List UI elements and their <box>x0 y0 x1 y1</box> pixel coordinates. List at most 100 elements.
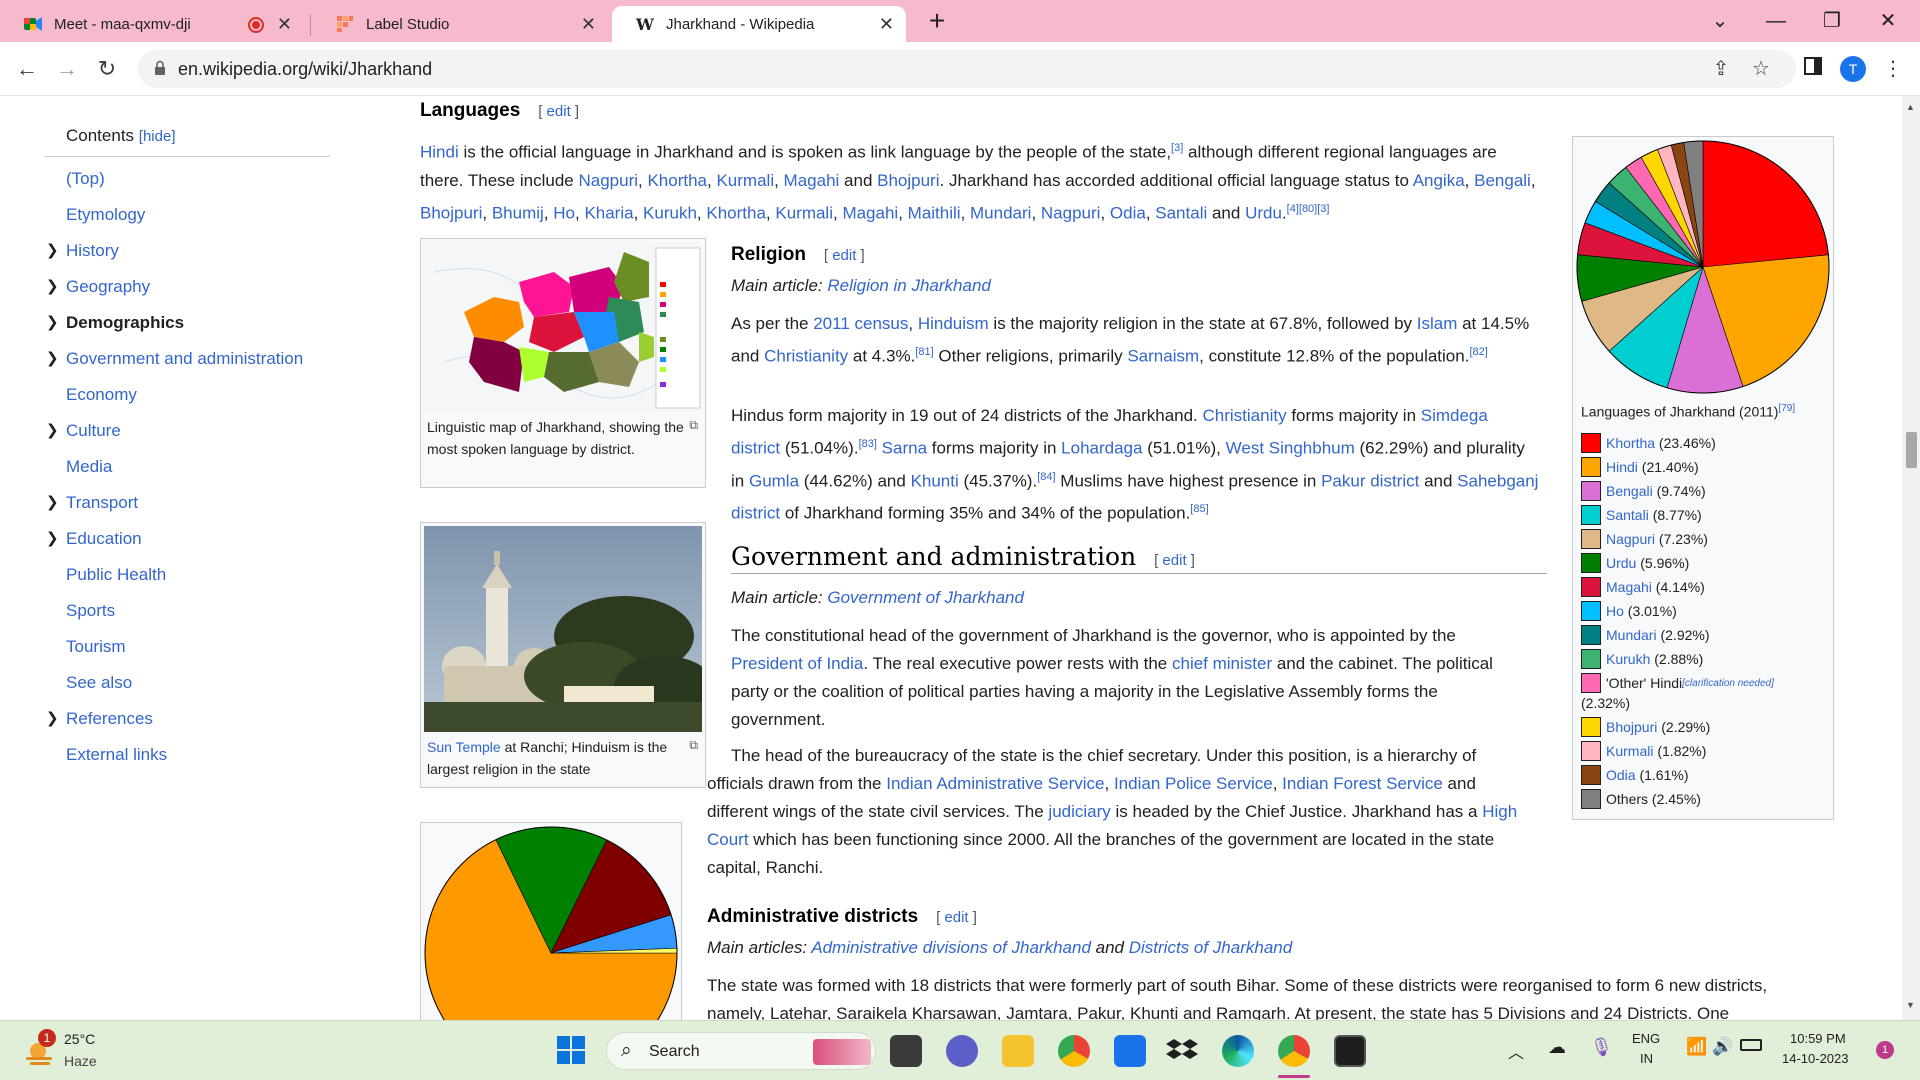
dropbox-icon[interactable] <box>1166 1035 1198 1067</box>
link[interactable]: Gumla <box>749 471 799 490</box>
link[interactable]: Hindi <box>420 143 459 162</box>
citation[interactable]: [82] <box>1469 346 1487 358</box>
legend-label[interactable]: Urdu <box>1606 555 1636 571</box>
notification-badge[interactable]: 1 <box>1876 1041 1894 1059</box>
toc-item[interactable]: ❯ History <box>44 233 334 269</box>
minimize-icon[interactable]: — <box>1756 6 1796 36</box>
citation[interactable]: [79] <box>1778 403 1795 414</box>
link[interactable]: Ho <box>553 203 575 222</box>
citation[interactable]: [83] <box>859 438 877 450</box>
enlarge-icon[interactable]: ⧉ <box>689 414 698 436</box>
link[interactable]: Sun Temple <box>427 739 501 755</box>
toc-item[interactable]: ❯ Transport <box>44 485 334 521</box>
chrome-icon[interactable] <box>1058 1035 1090 1067</box>
link[interactable]: Odia <box>1110 203 1146 222</box>
legend-label[interactable]: Kurukh <box>1606 651 1650 667</box>
toc-item[interactable]: External links <box>44 737 334 773</box>
toc-item[interactable]: Media <box>44 449 334 485</box>
link[interactable]: Magahi <box>784 171 840 190</box>
scroll-down-icon[interactable]: ▼ <box>1906 1000 1915 1010</box>
link[interactable]: Sarnaism <box>1127 347 1199 366</box>
restore-icon[interactable]: ❐ <box>1812 6 1852 36</box>
chevron-right-icon[interactable]: ❯ <box>46 233 59 269</box>
toc-hide-link[interactable]: hide <box>143 128 171 145</box>
profile-avatar[interactable]: T <box>1840 56 1866 82</box>
link[interactable]: Indian Police Service <box>1114 774 1273 793</box>
link[interactable]: Magahi <box>842 203 898 222</box>
link[interactable]: President of India <box>731 654 863 673</box>
share-icon[interactable]: ⇪ <box>1708 56 1734 82</box>
wifi-icon[interactable]: 📶 <box>1686 1037 1707 1057</box>
edit-link[interactable]: edit <box>1162 552 1186 569</box>
close-tab-icon[interactable]: ✕ <box>879 14 894 35</box>
address-bar[interactable]: en.wikipedia.org/wiki/Jharkhand ⇪ ☆ <box>138 50 1796 88</box>
chevron-right-icon[interactable]: ❯ <box>46 485 59 521</box>
link[interactable]: Mundari <box>970 203 1031 222</box>
reload-icon[interactable]: ↻ <box>92 54 122 84</box>
toc-item-active[interactable]: ❯ Demographics <box>44 305 334 341</box>
page-scrollbar[interactable]: ▲ ▼ <box>1902 96 1920 1020</box>
taskbar-search-box[interactable]: ⌕ Search <box>606 1032 876 1070</box>
battery-icon[interactable] <box>1740 1039 1762 1051</box>
chevron-right-icon[interactable]: ❯ <box>46 341 59 377</box>
link[interactable]: judiciary <box>1048 802 1110 821</box>
legend-label[interactable]: Odia <box>1606 767 1636 783</box>
link[interactable]: Religion in Jharkhand <box>827 276 991 295</box>
chevron-right-icon[interactable]: ❯ <box>46 269 59 305</box>
edit-link[interactable]: edit <box>944 909 968 926</box>
link[interactable]: Nagpuri <box>578 171 638 190</box>
toc-item[interactable]: ❯ Culture <box>44 413 334 449</box>
edit-link[interactable]: edit <box>832 247 856 264</box>
link[interactable]: Administrative divisions of Jharkhand <box>811 938 1091 957</box>
link[interactable]: Christianity <box>764 347 848 366</box>
link[interactable]: Pakur district <box>1321 471 1419 490</box>
task-view-icon[interactable] <box>890 1035 922 1067</box>
chevron-right-icon[interactable]: ❯ <box>46 521 59 557</box>
citation[interactable]: [81] <box>915 346 933 358</box>
clock-time[interactable]: 10:59 PM <box>1790 1031 1846 1046</box>
link[interactable]: chief minister <box>1172 654 1272 673</box>
close-tab-icon[interactable]: ✕ <box>581 14 596 35</box>
link[interactable]: Kurmali <box>716 171 774 190</box>
link[interactable]: Santali <box>1155 203 1207 222</box>
toc-item[interactable]: Etymology <box>44 197 334 233</box>
toc-item[interactable]: ❯ Geography <box>44 269 334 305</box>
chrome-profile-icon[interactable] <box>1278 1035 1310 1067</box>
legend-label[interactable]: Mundari <box>1606 627 1657 643</box>
toc-item[interactable]: Public Health <box>44 557 334 593</box>
side-panel-icon[interactable] <box>1800 56 1826 82</box>
toc-item[interactable]: ❯ Education <box>44 521 334 557</box>
new-tab-button[interactable]: + <box>922 6 952 36</box>
legend-label[interactable]: Santali <box>1606 507 1649 523</box>
legend-label[interactable]: Bhojpuri <box>1606 719 1657 735</box>
link[interactable]: Indian Administrative Service <box>886 774 1104 793</box>
toc-item[interactable]: ❯ Government and administration <box>44 341 334 377</box>
link[interactable]: Bengali <box>1474 171 1531 190</box>
file-explorer-icon[interactable] <box>1002 1035 1034 1067</box>
citation[interactable]: [84] <box>1037 471 1055 483</box>
volume-icon[interactable]: 🔊 <box>1712 1037 1733 1057</box>
legend-label[interactable]: Bengali <box>1606 483 1653 499</box>
teams-chat-icon[interactable] <box>946 1035 978 1067</box>
link[interactable]: Khortha <box>647 171 707 190</box>
link[interactable]: Bhojpuri <box>877 171 939 190</box>
tab-label-studio[interactable]: Label Studio ✕ <box>312 6 608 42</box>
link[interactable]: Kurukh <box>643 203 697 222</box>
legend-label[interactable]: Khortha <box>1606 435 1655 451</box>
chevron-right-icon[interactable]: ❯ <box>46 413 59 449</box>
link[interactable]: Christianity <box>1203 406 1287 425</box>
legend-label[interactable]: Nagpuri <box>1606 531 1655 547</box>
clarification-link[interactable]: [clarification needed] <box>1682 678 1774 689</box>
link[interactable]: Angika <box>1413 171 1465 190</box>
link[interactable]: Hinduism <box>918 314 989 333</box>
citation[interactable]: [85] <box>1190 503 1208 515</box>
show-hidden-icons-chevron[interactable]: ︿ <box>1508 1039 1524 1063</box>
edit-link[interactable]: edit <box>547 103 571 120</box>
mail-icon[interactable] <box>1114 1035 1146 1067</box>
windows-start-icon[interactable] <box>556 1035 588 1067</box>
legend-label[interactable]: Ho <box>1606 603 1624 619</box>
citation[interactable]: [4][80][3] <box>1287 203 1330 215</box>
onedrive-cloud-icon[interactable]: ☁ <box>1548 1037 1566 1058</box>
forward-icon[interactable]: → <box>52 54 82 84</box>
toc-item[interactable]: See also <box>44 665 334 701</box>
